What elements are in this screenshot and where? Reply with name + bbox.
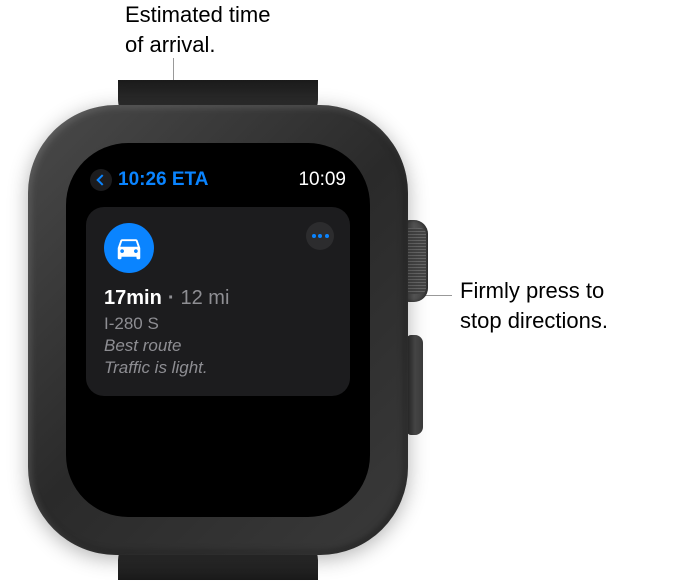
- back-button[interactable]: [90, 169, 112, 191]
- current-time: 10:09: [298, 169, 346, 191]
- more-options-button[interactable]: [306, 222, 334, 250]
- eta-label: 10:26 ETA: [118, 169, 208, 191]
- separator-dot: ·: [168, 287, 175, 310]
- route-best-label: Best route: [104, 336, 332, 356]
- car-icon: [114, 233, 144, 263]
- ellipsis-icon: [318, 234, 322, 238]
- apple-watch-device: 10:26 ETA 10:09: [8, 85, 428, 575]
- route-road: I-280 S: [104, 314, 332, 334]
- ellipsis-icon: [325, 234, 329, 238]
- ellipsis-icon: [312, 234, 316, 238]
- route-card[interactable]: 17min · 12 mi I-280 S Best route Traffic…: [86, 207, 350, 396]
- annotation-eta: Estimated time of arrival.: [125, 0, 271, 59]
- transport-mode-icon-container: [104, 223, 154, 273]
- chevron-left-icon: [96, 174, 107, 185]
- route-info: 17min · 12 mi I-280 S Best route Traffic…: [104, 287, 332, 378]
- watch-screen[interactable]: 10:26 ETA 10:09: [66, 143, 370, 517]
- watch-case: 10:26 ETA 10:09: [28, 105, 408, 555]
- status-left: 10:26 ETA: [90, 169, 208, 191]
- route-duration: 17min: [104, 287, 162, 310]
- side-button[interactable]: [407, 335, 423, 435]
- status-bar: 10:26 ETA 10:09: [86, 165, 350, 195]
- annotation-press: Firmly press to stop directions.: [460, 276, 608, 335]
- route-distance: 12 mi: [180, 287, 229, 310]
- route-duration-distance: 17min · 12 mi: [104, 287, 332, 310]
- route-traffic: Traffic is light.: [104, 358, 332, 378]
